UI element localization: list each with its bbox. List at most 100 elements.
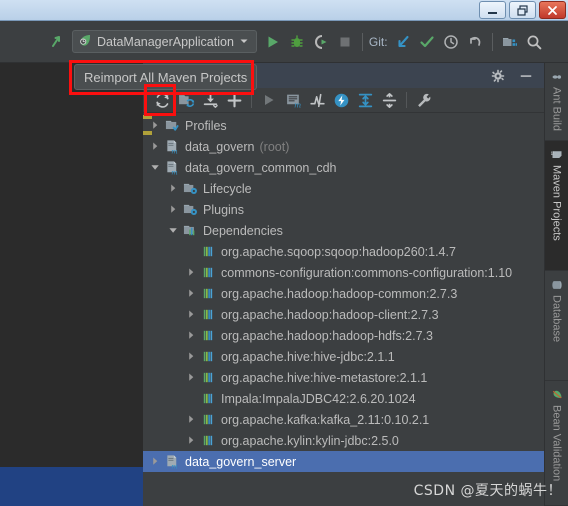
minimize-dash-icon[interactable] xyxy=(518,68,534,84)
tree-row[interactable]: org.apache.sqoop:sqoop:hadoop260:1.4.7 xyxy=(143,241,544,262)
tree-row[interactable]: org.apache.hadoop:hadoop-common:2.7.3 xyxy=(143,283,544,304)
sidebar-tab-label: Database xyxy=(550,295,563,343)
chevron-right-icon[interactable] xyxy=(185,308,198,321)
search-icon[interactable] xyxy=(522,30,546,54)
chevron-right-icon[interactable] xyxy=(185,266,198,279)
run-button[interactable] xyxy=(261,30,285,54)
close-button[interactable] xyxy=(539,1,566,19)
run-coverage-button[interactable] xyxy=(309,30,333,54)
history-button[interactable] xyxy=(439,30,463,54)
chevron-right-icon[interactable] xyxy=(185,350,198,363)
sidebar-tab-bean-validation[interactable]: Bean Validation xyxy=(545,381,568,506)
chevron-right-icon[interactable] xyxy=(185,413,198,426)
editor-area[interactable] xyxy=(0,63,143,506)
tree-row[interactable]: org.apache.kafka:kafka_2.11:0.10.2.1 xyxy=(143,409,544,430)
restore-button[interactable] xyxy=(509,1,536,19)
svg-text:m: m xyxy=(171,147,177,154)
tree-row[interactable]: Profiles xyxy=(143,115,544,136)
library-icon xyxy=(200,244,216,260)
library-icon xyxy=(200,412,216,428)
tree-row-label: Impala:ImpalaJDBC42:2.6.20.1024 xyxy=(221,391,416,406)
download-sources-button[interactable] xyxy=(199,90,221,111)
tree-row-label: Dependencies xyxy=(203,223,283,238)
maven-settings-button[interactable] xyxy=(413,90,435,111)
reimport-all-maven-projects-button[interactable] xyxy=(151,90,173,111)
chevron-down-icon[interactable] xyxy=(167,224,180,237)
maven-projects-tree[interactable]: Profiles m data_govern (root) m data_govern_c… xyxy=(143,113,544,506)
debug-button[interactable] xyxy=(285,30,309,54)
chevron-right-icon[interactable] xyxy=(167,182,180,195)
minimize-button[interactable] xyxy=(479,1,506,19)
toolbar-separator-2 xyxy=(491,32,493,51)
sidebar-tab-ant-build[interactable]: Ant Build xyxy=(545,63,568,141)
tree-row[interactable]: Impala:ImpalaJDBC42:2.6.20.1024 xyxy=(143,388,544,409)
svg-text:m: m xyxy=(294,100,301,108)
tree-row-label: data_govern_server xyxy=(185,454,297,469)
maven-toolbar: m xyxy=(143,88,544,113)
main-toolbar: DataManagerApplication Git: xyxy=(0,21,568,63)
update-project-button[interactable] xyxy=(391,30,415,54)
tree-row-label: org.apache.hadoop:hadoop-common:2.7.3 xyxy=(221,286,458,301)
maven-icon: m xyxy=(548,149,563,161)
stop-button[interactable] xyxy=(333,30,357,54)
chevron-right-icon[interactable] xyxy=(185,434,198,447)
tree-row[interactable]: org.apache.hive:hive-jdbc:2.1.1 xyxy=(143,346,544,367)
tree-row[interactable]: Dependencies xyxy=(143,220,544,241)
toggle-skip-tests-button[interactable] xyxy=(306,90,328,111)
tree-row[interactable]: org.apache.hive:hive-metastore:2.1.1 xyxy=(143,367,544,388)
ant-icon xyxy=(551,71,563,83)
library-icon xyxy=(200,433,216,449)
gear-icon[interactable] xyxy=(490,68,506,84)
window-controls xyxy=(479,1,566,19)
tree-row-label: org.apache.hadoop:hadoop-client:2.7.3 xyxy=(221,307,439,322)
svg-text:m: m xyxy=(551,149,554,156)
tree-row-label: Lifecycle xyxy=(203,181,252,196)
tree-row-sublabel: (root) xyxy=(259,139,290,154)
chevron-right-icon[interactable] xyxy=(149,455,162,468)
tree-row[interactable]: org.apache.kylin:kylin-jdbc:2.5.0 xyxy=(143,430,544,451)
expand-all-button[interactable] xyxy=(354,90,376,111)
tree-row-label: Plugins xyxy=(203,202,244,217)
svg-text:m: m xyxy=(171,168,177,175)
add-maven-project-button[interactable] xyxy=(223,90,245,111)
tree-row[interactable]: commons-configuration:commons-configurat… xyxy=(143,262,544,283)
chevron-right-icon[interactable] xyxy=(185,287,198,300)
rollback-button[interactable] xyxy=(463,30,487,54)
chevron-down-icon[interactable] xyxy=(239,35,249,49)
chevron-right-icon[interactable] xyxy=(167,203,180,216)
chevron-right-icon[interactable] xyxy=(149,140,162,153)
library-icon xyxy=(200,307,216,323)
plugins-folder-icon xyxy=(182,202,198,218)
run-configuration-selector[interactable]: DataManagerApplication xyxy=(72,30,257,53)
right-tool-window-bar: Ant Build m Maven Projects Database Bean Val… xyxy=(544,63,568,506)
library-icon xyxy=(200,370,216,386)
chevron-right-icon[interactable] xyxy=(185,371,198,384)
tree-row[interactable]: m data_govern_server xyxy=(143,451,544,472)
generate-sources-button[interactable] xyxy=(175,90,197,111)
window-title-bar xyxy=(0,0,568,21)
toggle-offline-mode-button[interactable] xyxy=(330,90,352,111)
tree-row[interactable]: org.apache.hadoop:hadoop-client:2.7.3 xyxy=(143,304,544,325)
spring-boot-icon xyxy=(78,33,92,50)
sidebar-tab-database[interactable]: Database xyxy=(545,271,568,381)
maven-module-icon: m xyxy=(164,139,180,155)
bean-validation-icon xyxy=(551,389,563,401)
tree-row-label: data_govern xyxy=(185,139,255,154)
chevron-down-icon[interactable] xyxy=(149,161,162,174)
tree-row[interactable]: Plugins xyxy=(143,199,544,220)
run-build-button[interactable] xyxy=(258,90,280,111)
project-structure-button[interactable] xyxy=(498,30,522,54)
sidebar-tab-maven-projects[interactable]: m Maven Projects xyxy=(545,141,568,271)
tree-row[interactable]: Lifecycle xyxy=(143,178,544,199)
chevron-right-icon[interactable] xyxy=(149,119,162,132)
tree-row-label: org.apache.sqoop:sqoop:hadoop260:1.4.7 xyxy=(221,244,456,259)
back-arrow-icon[interactable] xyxy=(46,30,70,54)
tree-row[interactable]: m data_govern (root) xyxy=(143,136,544,157)
tree-row[interactable]: m data_govern_common_cdh xyxy=(143,157,544,178)
chevron-right-icon[interactable] xyxy=(185,329,198,342)
tree-row[interactable]: org.apache.hadoop:hadoop-hdfs:2.7.3 xyxy=(143,325,544,346)
commit-button[interactable] xyxy=(415,30,439,54)
collapse-all-button[interactable] xyxy=(378,90,400,111)
execute-maven-goal-button[interactable]: m xyxy=(282,90,304,111)
tree-row-label: org.apache.kylin:kylin-jdbc:2.5.0 xyxy=(221,433,399,448)
